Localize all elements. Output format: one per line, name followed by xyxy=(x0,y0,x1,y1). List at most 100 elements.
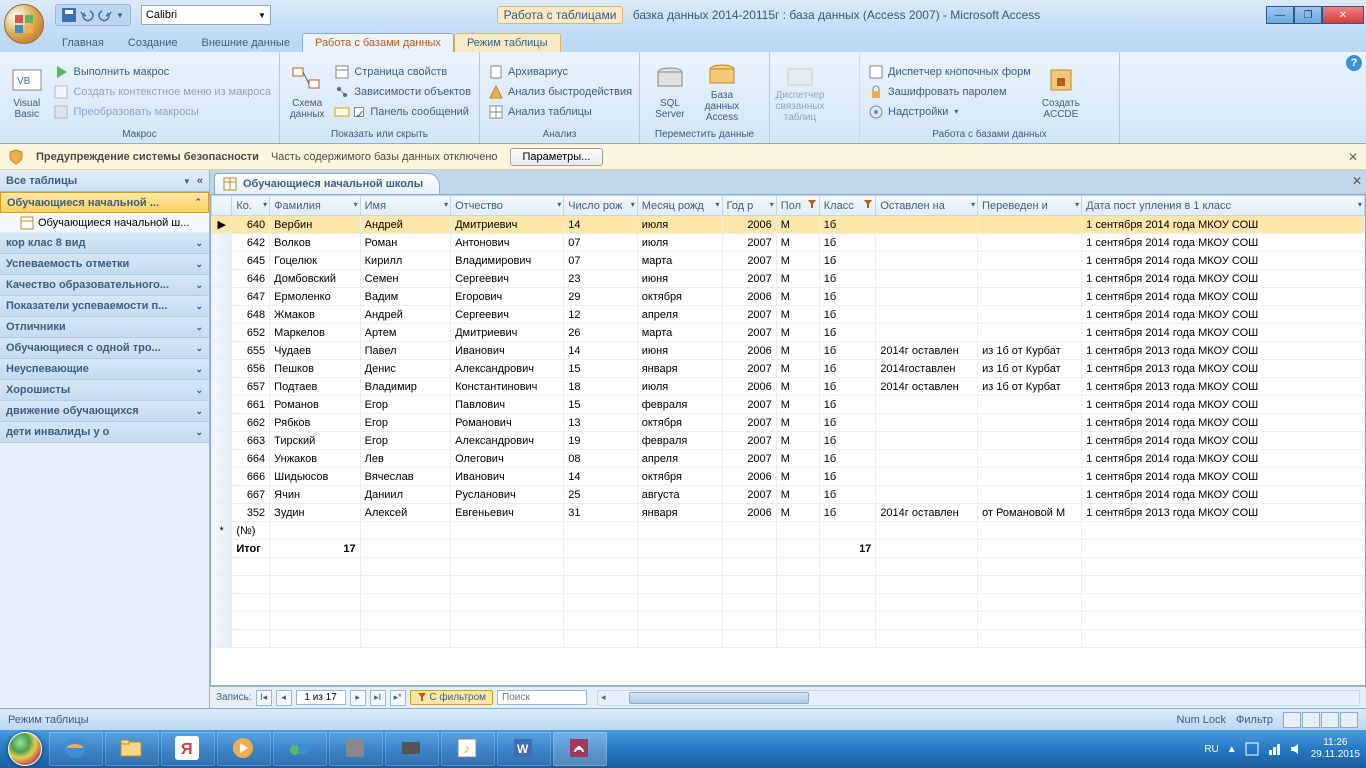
nav-group[interactable]: Обучающиеся начальной ...⌃ xyxy=(0,192,209,213)
nav-group[interactable]: Неуспевающие⌄ xyxy=(0,359,209,380)
font-combo[interactable]: Calibri ▼ xyxy=(141,5,271,25)
make-accde-button[interactable]: Создать ACCDE xyxy=(1037,59,1085,125)
object-dependencies-button[interactable]: Зависимости объектов xyxy=(332,83,473,101)
visual-basic-button[interactable]: VBVisual Basic xyxy=(6,59,47,125)
table-row[interactable]: 661РомановЕгорПавлович15февраля2007М1б1 … xyxy=(212,396,1365,414)
nav-group[interactable]: кор клас 8 вид⌄ xyxy=(0,233,209,254)
table-row[interactable]: 352ЗудинАлексейЕвгеньевич31января2006М1б… xyxy=(212,504,1365,522)
close-document-icon[interactable]: ✕ xyxy=(1352,174,1362,188)
context-menu-macro-button[interactable]: Создать контекстное меню из макроса xyxy=(51,83,273,101)
table-row[interactable]: 663ТирскийЕгорАлександрович19февраля2007… xyxy=(212,432,1365,450)
table-row[interactable]: 662РябковЕгорРоманович13октября2007М1б1 … xyxy=(212,414,1365,432)
minimize-button[interactable]: — xyxy=(1266,6,1294,24)
start-button[interactable] xyxy=(2,731,48,767)
first-record-button[interactable]: I◂ xyxy=(256,690,272,706)
office-button[interactable] xyxy=(4,4,44,44)
column-header[interactable]: Фамилия▾ xyxy=(270,196,360,216)
nav-group[interactable]: Хорошисты⌄ xyxy=(0,380,209,401)
message-bar-button[interactable]: ✓Панель сообщений xyxy=(332,103,473,121)
action-center-icon[interactable] xyxy=(1245,742,1259,756)
search-input[interactable] xyxy=(497,690,587,705)
taskbar-access[interactable] xyxy=(553,732,607,766)
column-header[interactable]: Переведен и▾ xyxy=(978,196,1082,216)
encrypt-button[interactable]: Зашифровать паролем xyxy=(866,83,1033,101)
column-header[interactable]: Оставлен на▾ xyxy=(876,196,978,216)
help-button[interactable]: ? xyxy=(1346,55,1362,71)
taskbar-msn[interactable] xyxy=(273,732,327,766)
taskbar-explorer[interactable] xyxy=(105,732,159,766)
taskbar-wmp[interactable] xyxy=(217,732,271,766)
ribbon-tab[interactable]: Работа с базами данных xyxy=(302,33,454,52)
close-button[interactable]: ✕ xyxy=(1322,6,1364,24)
performance-button[interactable]: Анализ быстродействия xyxy=(486,83,634,101)
taskbar-music[interactable]: ♪ xyxy=(441,732,495,766)
volume-icon[interactable] xyxy=(1289,742,1303,756)
table-row[interactable]: 655ЧудаевПавелИванович14июня2006М1б2014г… xyxy=(212,342,1365,360)
nav-group[interactable]: движение обучающихся⌄ xyxy=(0,401,209,422)
prev-record-button[interactable]: ◂ xyxy=(276,690,292,706)
save-icon[interactable] xyxy=(62,8,76,22)
table-row[interactable]: 657ПодтаевВладимирКонстантинович18июля20… xyxy=(212,378,1365,396)
nav-group[interactable]: Качество образовательного...⌄ xyxy=(0,275,209,296)
ribbon-tab[interactable]: Внешние данные xyxy=(190,34,302,52)
ribbon-tab[interactable]: Режим таблицы xyxy=(454,33,561,52)
nav-group[interactable]: Показатели успеваемости п...⌄ xyxy=(0,296,209,317)
table-row[interactable]: 666ШидьюсовВячеславИванович14октября2006… xyxy=(212,468,1365,486)
table-row[interactable]: 656ПешковДенисАлександрович15января2007М… xyxy=(212,360,1365,378)
taskbar-app1[interactable] xyxy=(329,732,383,766)
table-row[interactable]: 648ЖмаковАндрейСергеевич12апреля2007М1б1… xyxy=(212,306,1365,324)
analyze-table-button[interactable]: Анализ таблицы xyxy=(486,103,634,121)
undo-icon[interactable] xyxy=(80,8,94,22)
taskbar-yandex[interactable]: Я xyxy=(161,732,215,766)
view-switcher[interactable] xyxy=(1283,712,1358,728)
filter-indicator[interactable]: С фильтром xyxy=(410,690,493,705)
table-row[interactable]: 664УнжаковЛевОлегович08апреля2007М1б1 се… xyxy=(212,450,1365,468)
taskbar-ie[interactable] xyxy=(49,732,103,766)
column-header[interactable]: Дата пост упления в 1 класс▾ xyxy=(1082,196,1365,216)
maximize-button[interactable]: ❐ xyxy=(1294,6,1322,24)
network-icon[interactable] xyxy=(1267,742,1281,756)
nav-group[interactable]: Успеваемость отметки⌄ xyxy=(0,254,209,275)
ribbon-tab[interactable]: Создание xyxy=(116,34,190,52)
qat-dropdown-icon[interactable]: ▼ xyxy=(116,11,124,20)
security-options-button[interactable]: Параметры... xyxy=(510,148,604,166)
table-row[interactable]: 652МаркеловАртемДмитриевич26марта2007М1б… xyxy=(212,324,1365,342)
column-header[interactable]: Число рож▾ xyxy=(564,196,638,216)
nav-item[interactable]: Обучающиеся начальной ш... xyxy=(0,213,209,233)
column-header[interactable]: Год р▾ xyxy=(722,196,776,216)
convert-macros-button[interactable]: Преобразовать макросы xyxy=(51,103,273,121)
document-tab[interactable]: Обучающиеся начальной школы xyxy=(214,173,440,194)
select-all[interactable] xyxy=(212,196,232,216)
run-macro-button[interactable]: Выполнить макрос xyxy=(51,63,273,81)
table-row[interactable]: 646ДомбовскийСеменСергеевич23июня2007М1б… xyxy=(212,270,1365,288)
switchboard-manager-button[interactable]: Диспетчер кнопочных форм xyxy=(866,63,1033,81)
clock[interactable]: 11:2629.11.2015 xyxy=(1311,737,1360,761)
documenter-button[interactable]: Архивариус xyxy=(486,63,634,81)
nav-header[interactable]: Все таблицы ▼ « xyxy=(0,170,209,192)
lang-indicator[interactable]: RU xyxy=(1204,744,1218,755)
table-row[interactable]: 667ЯчинДаниилРусланович25августа2007М1б1… xyxy=(212,486,1365,504)
addins-button[interactable]: Надстройки▾ xyxy=(866,103,1033,121)
new-row[interactable]: *(№) xyxy=(212,522,1365,540)
last-record-button[interactable]: ▸I xyxy=(370,690,386,706)
sql-server-button[interactable]: SQL Server xyxy=(646,59,694,125)
redo-icon[interactable] xyxy=(98,8,112,22)
column-header[interactable]: Ко.▾ xyxy=(232,196,270,216)
collapse-icon[interactable]: « xyxy=(197,175,203,187)
close-icon[interactable]: ✕ xyxy=(1348,150,1358,164)
nav-group[interactable]: Отличники⌄ xyxy=(0,317,209,338)
new-record-button[interactable]: ▸* xyxy=(390,690,406,706)
record-position-input[interactable] xyxy=(296,690,346,705)
nav-group[interactable]: Обучающиеся с одной тро...⌄ xyxy=(0,338,209,359)
tray-flag-icon[interactable]: ▲ xyxy=(1227,744,1237,755)
column-header[interactable]: Класс xyxy=(819,196,876,216)
horizontal-scrollbar[interactable]: ◂ xyxy=(597,690,1360,706)
nav-group[interactable]: дети инвалиды у о⌄ xyxy=(0,422,209,443)
access-db-button[interactable]: База данных Access xyxy=(698,59,746,125)
table-row[interactable]: ▶640ВербинАндрейДмитриевич14июля2006М1б1… xyxy=(212,216,1365,234)
table-row[interactable]: 645ГоцелюкКириллВладимирович07марта2007М… xyxy=(212,252,1365,270)
table-row[interactable]: 642ВолковРоманАнтонович07июля2007М1б1 се… xyxy=(212,234,1365,252)
relationships-button[interactable]: Схема данных xyxy=(286,59,328,125)
column-header[interactable]: Отчество▾ xyxy=(451,196,564,216)
column-header[interactable]: Имя▾ xyxy=(360,196,450,216)
